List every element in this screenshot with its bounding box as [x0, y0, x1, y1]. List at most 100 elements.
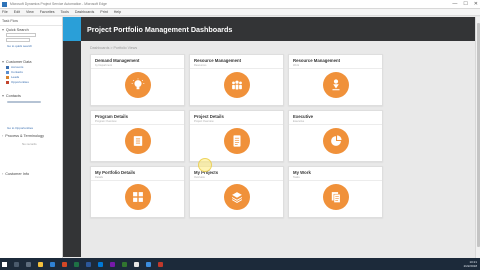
- tile-divider: [289, 124, 382, 125]
- pie-chart-icon[interactable]: [322, 128, 349, 154]
- tile-divider: [91, 68, 184, 69]
- tile-divider: [190, 124, 283, 125]
- sidebar-section-label: Customer Info: [5, 172, 30, 176]
- sidebar-section-label: Quick Search: [5, 28, 29, 32]
- sidebar-section-customer-info[interactable]: › Customer Info: [2, 172, 29, 176]
- sidebar-section-label: Customer Data: [5, 60, 32, 64]
- edge-browser-icon[interactable]: [50, 261, 55, 267]
- app-icon: [2, 1, 7, 7]
- checklist-icon[interactable]: [124, 128, 151, 154]
- tile-demand-management[interactable]: Demand Management by Department: [90, 54, 185, 106]
- windows-start-icon[interactable]: [2, 261, 7, 267]
- resource-download-icon[interactable]: [322, 72, 349, 98]
- sidebar-section-label: Contacts: [5, 94, 21, 98]
- sidebar-item-label: Contacts: [11, 70, 23, 74]
- tile-title: Program Details: [95, 114, 128, 119]
- skype-icon[interactable]: [146, 261, 151, 267]
- maximize-icon[interactable]: ☐: [463, 1, 467, 7]
- sidebar-section-contacts[interactable]: ▾ Contacts: [2, 93, 21, 98]
- layers-icon[interactable]: [223, 184, 250, 210]
- page-title: Project Portfolio Management Dashboards: [87, 24, 233, 34]
- word-icon[interactable]: [86, 261, 91, 267]
- account-icon: [6, 65, 9, 69]
- tile-subtitle: by Department: [95, 63, 113, 67]
- contact-icon: [6, 70, 9, 74]
- tile-my-projects[interactable]: My Projects Overview: [189, 166, 284, 218]
- sidebar-section-quick-search[interactable]: ▾ Quick Search: [2, 27, 29, 32]
- notepad-icon[interactable]: [134, 261, 139, 267]
- sidebar-item-leads[interactable]: Leads: [6, 75, 19, 79]
- quick-search-field-2[interactable]: [6, 38, 30, 42]
- menu-item-file[interactable]: File: [2, 10, 8, 14]
- tile-title: My Work: [293, 170, 311, 175]
- powerpoint-icon[interactable]: [62, 261, 67, 267]
- onenote-icon[interactable]: [110, 261, 115, 267]
- sidebar-item-label: Leads: [11, 75, 20, 79]
- menu-item-favorites[interactable]: Favorites: [40, 10, 55, 14]
- chevron-right-icon: ›: [2, 172, 4, 176]
- tile-resource-management[interactable]: Resource Management Resources: [189, 54, 284, 106]
- portfolio-docs-icon[interactable]: [124, 184, 151, 210]
- search-icon[interactable]: [14, 261, 19, 267]
- menu-item-view[interactable]: View: [26, 10, 34, 14]
- tile-title: My Portfolio Details: [95, 170, 136, 175]
- sidebar-item-label: Opportunities: [11, 80, 29, 84]
- menu-item-dashboards[interactable]: Dashboards: [75, 10, 94, 14]
- opportunities-link[interactable]: Go to Opportunities: [7, 126, 33, 130]
- tile-subtitle: Project Overview: [194, 119, 214, 123]
- sidebar-item-contacts[interactable]: Contacts: [6, 70, 23, 74]
- minimize-icon[interactable]: —: [452, 1, 457, 7]
- document-list-icon[interactable]: [223, 128, 250, 154]
- tile-divider: [91, 124, 184, 125]
- menu-item-print[interactable]: Print: [100, 10, 107, 14]
- sidebar-section-process[interactable]: › Process & Terminology: [2, 134, 44, 138]
- chevron-down-icon: ▾: [2, 94, 4, 98]
- team-icon[interactable]: [223, 72, 250, 98]
- tile-my-work[interactable]: My Work Tasks: [288, 166, 383, 218]
- quick-search-field[interactable]: [6, 33, 36, 37]
- tile-my-portfolio-details[interactable]: My Portfolio Details Details: [90, 166, 185, 218]
- tile-divider: [289, 68, 382, 69]
- project-icon[interactable]: [122, 261, 127, 267]
- sidebar-section-customer-data[interactable]: ▾ Customer Data: [2, 59, 31, 64]
- vertical-scrollbar[interactable]: [475, 17, 480, 258]
- tile-title: Resource Management: [194, 58, 242, 63]
- scrollbar-thumb[interactable]: [477, 23, 480, 247]
- tray-date: 2/22/2018: [463, 263, 477, 268]
- lead-icon: [6, 75, 9, 79]
- dashboard-main: Project Portfolio Management Dashboards …: [81, 17, 475, 257]
- tile-subtitle: Resources: [194, 63, 207, 67]
- tile-divider: [289, 180, 382, 181]
- taskbar: 10:21 2/22/2018: [0, 258, 480, 270]
- sidebar-item-opportunities[interactable]: Opportunities: [6, 80, 29, 84]
- tile-project-details[interactable]: Project Details Project Overview: [189, 110, 284, 162]
- quick-search-link[interactable]: Go to quick search: [7, 44, 32, 48]
- tile-subtitle: Program Overview: [95, 119, 117, 123]
- tile-subtitle: Tasks: [293, 175, 300, 179]
- excel-icon[interactable]: [74, 261, 79, 267]
- menu-item-help[interactable]: Help: [114, 10, 121, 14]
- lightbulb-icon[interactable]: [124, 72, 151, 98]
- dashboard-side-strip: [63, 17, 81, 257]
- tile-divider: [190, 180, 283, 181]
- system-tray-clock[interactable]: 10:21 2/22/2018: [464, 260, 477, 268]
- opportunity-icon: [6, 80, 9, 84]
- my-work-icon[interactable]: [322, 184, 349, 210]
- tile-resource-management-work[interactable]: Resource Management Work: [288, 54, 383, 106]
- task-view-icon[interactable]: [26, 261, 31, 267]
- tile-executive[interactable]: Executive Executive: [288, 110, 383, 162]
- tile-divider: [190, 68, 283, 69]
- menu-item-edit[interactable]: Edit: [14, 10, 20, 14]
- tile-title: Project Details: [194, 114, 224, 119]
- file-explorer-icon[interactable]: [38, 261, 43, 267]
- media-icon[interactable]: [158, 261, 163, 267]
- tile-program-details[interactable]: Program Details Program Overview: [90, 110, 185, 162]
- tile-divider: [91, 180, 184, 181]
- tile-title: Resource Management: [293, 58, 341, 63]
- mouse-cursor-highlight: [198, 158, 212, 172]
- close-icon[interactable]: ✕: [474, 1, 478, 7]
- outlook-icon[interactable]: [98, 261, 103, 267]
- menu-item-tools[interactable]: Tools: [61, 10, 69, 14]
- chevron-down-icon: ▾: [2, 60, 4, 64]
- sidebar-item-accounts[interactable]: Accounts: [6, 65, 23, 69]
